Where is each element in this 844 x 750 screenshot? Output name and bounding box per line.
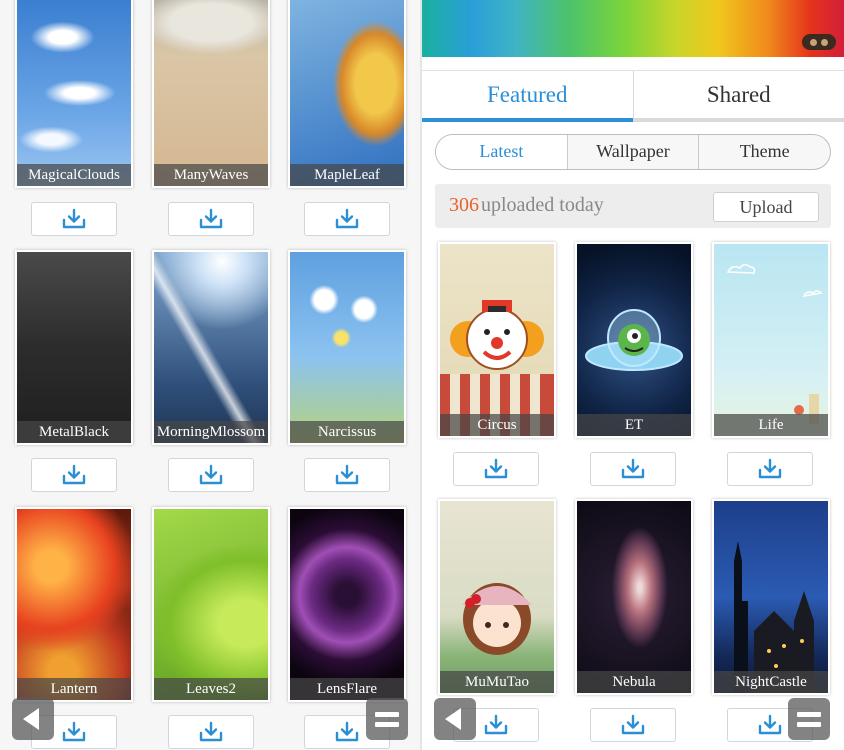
wallpaper-name: MetalBlack: [17, 421, 131, 443]
tab-shared[interactable]: Shared: [633, 71, 844, 122]
theme-thumbnail: Circus: [440, 244, 554, 436]
more-dots-icon[interactable]: [802, 34, 836, 50]
tab-featured[interactable]: Featured: [422, 71, 633, 122]
wallpaper-tile[interactable]: MapleLeaf: [288, 0, 406, 188]
wallpaper-grid-panel: MagicalClouds ManyWaves MapleLeaf MetalB…: [0, 0, 420, 750]
back-button[interactable]: [434, 698, 476, 740]
upload-count: 306: [449, 194, 479, 216]
wallpaper-tile[interactable]: ManyWaves: [152, 0, 270, 188]
back-arrow-icon: [23, 708, 39, 730]
download-icon: [199, 464, 223, 485]
wallpaper-tile[interactable]: Narcissus: [288, 250, 406, 445]
cloud-illustration: [726, 264, 823, 424]
download-icon: [62, 464, 86, 485]
back-button[interactable]: [12, 698, 54, 740]
main-tabs: Featured Shared: [422, 70, 844, 122]
wallpaper-name: MorningMlossom: [154, 421, 268, 443]
download-icon: [484, 714, 508, 735]
theme-thumbnail: ET: [577, 244, 691, 436]
theme-thumbnail: Life: [714, 244, 828, 436]
menu-icon: [797, 711, 821, 727]
upload-bar: 306 uploaded today Upload: [435, 184, 831, 228]
wallpaper-tile[interactable]: Leaves2: [152, 507, 270, 702]
theme-tile[interactable]: Circus: [438, 242, 556, 438]
theme-name: NightCastle: [714, 671, 828, 693]
theme-tile[interactable]: NightCastle: [712, 499, 830, 695]
wallpaper-thumbnail: MagicalClouds: [17, 0, 131, 186]
theme-tile[interactable]: MuMuTao: [438, 499, 556, 695]
download-button[interactable]: [304, 202, 390, 236]
theme-name: ET: [577, 414, 691, 436]
girl-illustration: [462, 583, 532, 655]
menu-button[interactable]: [788, 698, 830, 740]
alien-ufo-illustration: [585, 309, 683, 371]
wallpaper-thumbnail: Narcissus: [290, 252, 404, 443]
theme-name: MuMuTao: [440, 671, 554, 693]
download-icon: [335, 208, 359, 229]
download-icon: [621, 458, 645, 479]
wallpaper-tile[interactable]: MagicalClouds: [15, 0, 133, 188]
menu-icon: [375, 711, 399, 727]
wallpaper-tile[interactable]: Lantern: [15, 507, 133, 702]
download-button[interactable]: [590, 708, 676, 742]
wallpaper-name: MagicalClouds: [17, 164, 131, 186]
theme-thumbnail: Nebula: [577, 501, 691, 693]
wallpaper-name: ManyWaves: [154, 164, 268, 186]
wallpaper-tile[interactable]: MetalBlack: [15, 250, 133, 445]
segment-wallpaper[interactable]: Wallpaper: [566, 135, 699, 169]
download-button[interactable]: [168, 715, 254, 749]
castle-silhouette-illustration: [734, 541, 814, 693]
download-icon: [758, 714, 782, 735]
wallpaper-thumbnail: ManyWaves: [154, 0, 268, 186]
theme-tile[interactable]: Nebula: [575, 499, 693, 695]
clown-illustration: [440, 300, 554, 436]
category-segmented-control: Latest Wallpaper Theme: [435, 134, 831, 170]
theme-name: Circus: [440, 414, 554, 436]
wallpaper-tile[interactable]: MorningMlossom: [152, 250, 270, 445]
wallpaper-name: Leaves2: [154, 678, 268, 700]
wallpaper-thumbnail: Lantern: [17, 509, 131, 700]
download-icon: [335, 721, 359, 742]
download-icon: [62, 721, 86, 742]
download-button[interactable]: [168, 458, 254, 492]
theme-thumbnail: MuMuTao: [440, 501, 554, 693]
back-arrow-icon: [445, 708, 461, 730]
theme-thumbnail: NightCastle: [714, 501, 828, 693]
theme-name: Life: [714, 414, 828, 436]
theme-tile[interactable]: Life: [712, 242, 830, 438]
download-icon: [484, 458, 508, 479]
download-icon: [621, 714, 645, 735]
download-icon: [199, 208, 223, 229]
download-button[interactable]: [31, 458, 117, 492]
theme-tile[interactable]: ET: [575, 242, 693, 438]
wallpaper-name: MapleLeaf: [290, 164, 404, 186]
download-button[interactable]: [31, 202, 117, 236]
wallpaper-tile[interactable]: LensFlare: [288, 507, 406, 702]
theme-name: Nebula: [577, 671, 691, 693]
theme-store-panel: Featured Shared Latest Wallpaper Theme 3…: [422, 0, 844, 750]
wallpaper-thumbnail: MetalBlack: [17, 252, 131, 443]
upload-button[interactable]: Upload: [713, 192, 819, 222]
download-button[interactable]: [590, 452, 676, 486]
wallpaper-thumbnail: LensFlare: [290, 509, 404, 700]
wallpaper-thumbnail: MapleLeaf: [290, 0, 404, 186]
wallpaper-name: Narcissus: [290, 421, 404, 443]
upload-label: uploaded today: [481, 194, 604, 216]
download-icon: [758, 458, 782, 479]
download-icon: [62, 208, 86, 229]
download-button[interactable]: [168, 202, 254, 236]
download-icon: [199, 721, 223, 742]
wallpaper-name: Lantern: [17, 678, 131, 700]
download-button[interactable]: [727, 452, 813, 486]
wallpaper-thumbnail: MorningMlossom: [154, 252, 268, 443]
download-button[interactable]: [304, 458, 390, 492]
wallpaper-name: LensFlare: [290, 678, 404, 700]
header-banner: [422, 0, 844, 57]
wallpaper-thumbnail: Leaves2: [154, 509, 268, 700]
download-button[interactable]: [453, 452, 539, 486]
download-icon: [335, 464, 359, 485]
menu-button[interactable]: [366, 698, 408, 740]
segment-theme[interactable]: Theme: [698, 135, 830, 169]
segment-latest[interactable]: Latest: [436, 135, 567, 169]
